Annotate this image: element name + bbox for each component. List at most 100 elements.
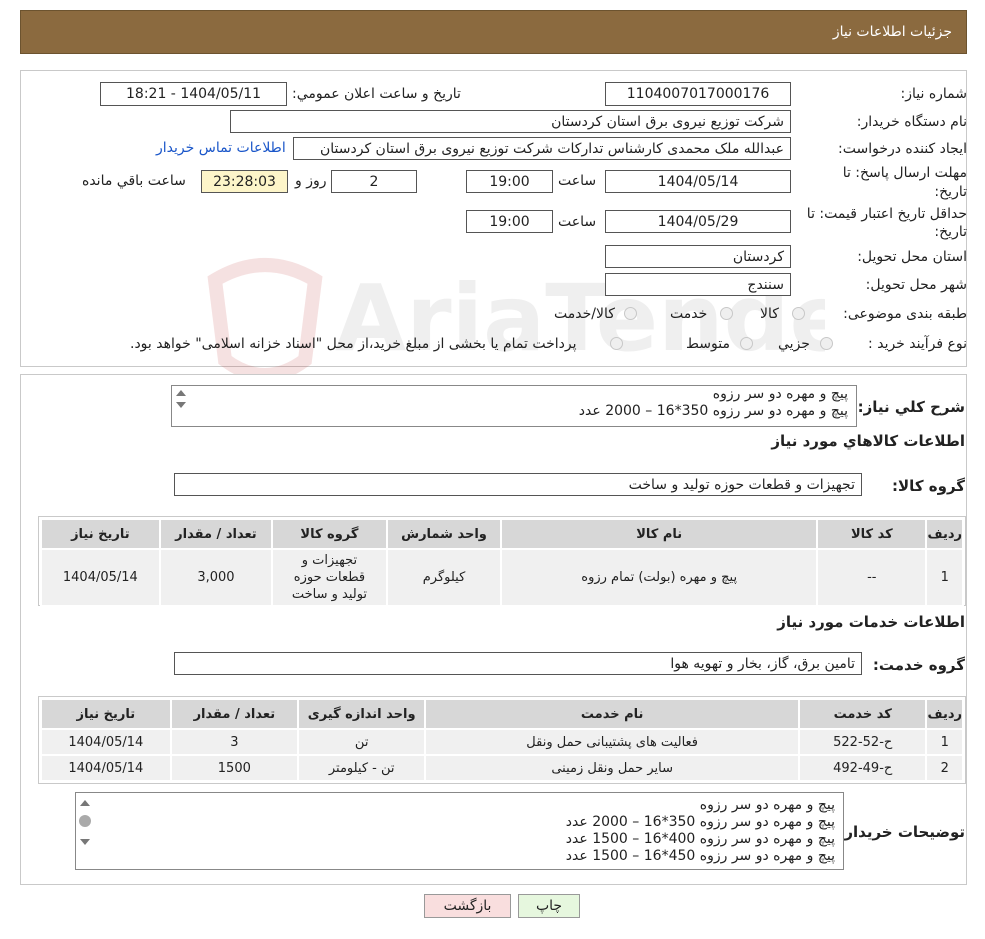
- description-label: شرح کلي نياز:: [857, 398, 965, 416]
- buyer-notes-line: پیچ و مهره دو سر رزوه 450*16 – 1500 عدد: [565, 848, 835, 864]
- process-label: نوع فرآيند خريد :: [868, 336, 967, 352]
- goods-cell-name: پیچ و مهره (بولت) تمام رزوه: [500, 548, 819, 607]
- contact-info-link[interactable]: اطلاعات تماس خريدار: [156, 140, 286, 156]
- services-group-label: گروه خدمت:: [872, 656, 965, 674]
- category-radio-service[interactable]: [720, 307, 733, 320]
- services-cell-name: ساير حمل ونقل زمينی: [424, 754, 800, 782]
- city-field: سنندج: [605, 273, 791, 296]
- buyer-org-field: شرکت توزیع نیروی برق استان کردستان: [230, 110, 791, 133]
- table-row: 2 ح-49-492 ساير حمل ونقل زمينی تن - کيلو…: [40, 754, 964, 782]
- creator-label: ايجاد کننده درخواست:: [838, 141, 967, 157]
- category-radio-goods[interactable]: [792, 307, 805, 320]
- goods-section-title: اطلاعات کالاهاي مورد نياز: [771, 432, 965, 450]
- services-col-name: نام خدمت: [424, 698, 800, 730]
- announce-label: تاريخ و ساعت اعلان عمومي:: [292, 86, 461, 102]
- province-field: کردستان: [605, 245, 791, 268]
- scroll-thumb[interactable]: [79, 815, 91, 827]
- process-radio-treasury[interactable]: [610, 337, 623, 350]
- goods-cell-qty: 3,000: [158, 548, 274, 607]
- goods-group-label: گروه کالا:: [892, 477, 965, 495]
- goods-col-name: نام کالا: [500, 518, 819, 550]
- deadline-time-field: 19:00: [466, 170, 553, 193]
- scroll-up-icon[interactable]: [176, 390, 186, 396]
- goods-col-group: گروه کالا: [271, 518, 388, 550]
- buyer-notes-textarea[interactable]: پیچ و مهره دو سر رزوه پیچ و مهره دو سر ر…: [75, 792, 844, 870]
- scroll-down-icon[interactable]: [176, 402, 186, 408]
- services-cell-date: 1404/05/14: [40, 728, 172, 756]
- deadline-label-2: تاريخ:: [934, 184, 967, 200]
- services-col-code: کد خدمت: [797, 698, 928, 730]
- goods-col-date: تاريخ نياز: [40, 518, 161, 550]
- page-header: جزئیات اطلاعات نیاز: [20, 10, 967, 54]
- category-option-service: خدمت: [670, 306, 708, 322]
- back-button[interactable]: بازگشت: [424, 894, 511, 918]
- services-table: رديف کد خدمت نام خدمت واحد اندازه گيری ت…: [40, 698, 964, 782]
- print-button[interactable]: چاپ: [518, 894, 580, 918]
- services-cell-row: 2: [925, 754, 964, 782]
- validity-label-2: تاريخ:: [934, 224, 967, 240]
- days-field: 2: [331, 170, 417, 193]
- buyer-org-label: نام دستگاه خريدار:: [856, 114, 967, 130]
- deadline-hour-label: ساعت: [558, 173, 597, 189]
- scroll-up-icon[interactable]: [80, 800, 90, 806]
- goods-table: رديف کد کالا نام کالا واحد شمارش گروه کا…: [40, 518, 964, 607]
- description-scrollbar[interactable]: [172, 386, 190, 426]
- goods-cell-row: 1: [925, 548, 964, 607]
- city-label: شهر محل تحويل:: [865, 277, 967, 293]
- scroll-down-icon[interactable]: [80, 839, 90, 845]
- services-col-unit: واحد اندازه گيری: [296, 698, 427, 730]
- validity-date-field: 1404/05/29: [605, 210, 791, 233]
- process-option-medium: متوسط: [686, 336, 730, 352]
- validity-hour-label: ساعت: [558, 214, 597, 230]
- province-label: استان محل تحويل:: [857, 249, 967, 265]
- remaining-label: ساعت باقي مانده: [82, 173, 186, 189]
- creator-field: عبدالله ملک محمدی کارشناس تداركات شرکت ت…: [293, 137, 791, 160]
- table-row: 1 ح-52-522 فعاليت های پشتيبانی حمل ونقل …: [40, 728, 964, 756]
- goods-cell-code: --: [816, 548, 928, 607]
- announce-field: 1404/05/11 - 18:21: [100, 82, 287, 106]
- description-line: پیچ و مهره دو سر رزوه: [712, 386, 848, 402]
- services-cell-qty: 1500: [169, 754, 300, 782]
- goods-cell-date: 1404/05/14: [40, 548, 161, 607]
- goods-col-qty: تعداد / مقدار: [158, 518, 274, 550]
- goods-col-row: رديف: [925, 518, 964, 550]
- process-radio-minor[interactable]: [820, 337, 833, 350]
- services-cell-unit: تن: [296, 728, 427, 756]
- buyer-notes-line: پیچ و مهره دو سر رزوه 350*16 – 2000 عدد: [565, 814, 835, 830]
- services-section-title: اطلاعات خدمات مورد نياز: [777, 613, 965, 631]
- need-number-field: 1104007017000176: [605, 82, 791, 106]
- process-note: پرداخت تمام يا بخشی از مبلغ خريد،از محل …: [130, 336, 577, 352]
- table-row: 1 -- پیچ و مهره (بولت) تمام رزوه کيلوگرم…: [40, 548, 964, 607]
- need-number-label: شماره نیاز:: [900, 86, 968, 102]
- category-option-goods: کالا: [760, 306, 779, 322]
- buyer-notes-line: پیچ و مهره دو سر رزوه: [699, 797, 835, 813]
- buyer-notes-scrollbar[interactable]: [76, 793, 94, 869]
- services-cell-date: 1404/05/14: [40, 754, 172, 782]
- category-label: طبقه بندی موضوعی:: [843, 306, 967, 322]
- remaining-time-field: 23:28:03: [201, 170, 288, 193]
- deadline-date-field: 1404/05/14: [605, 170, 791, 193]
- process-radio-medium[interactable]: [740, 337, 753, 350]
- page-title: جزئیات اطلاعات نیاز: [832, 24, 952, 40]
- buyer-notes-label: توضيحات خريدار:: [838, 823, 965, 841]
- process-option-minor: جزيي: [778, 336, 810, 352]
- goods-group-field: تجهيزات و قطعات حوزه توليد و ساخت: [174, 473, 862, 496]
- services-cell-code: ح-52-522: [797, 728, 928, 756]
- days-label: روز و: [295, 173, 327, 189]
- services-cell-unit: تن - کيلومتر: [296, 754, 427, 782]
- services-cell-row: 1: [925, 728, 964, 756]
- services-col-date: تاريخ نياز: [40, 698, 172, 730]
- buyer-notes-line: پیچ و مهره دو سر رزوه 400*16 – 1500 عدد: [565, 831, 835, 847]
- services-col-qty: تعداد / مقدار: [169, 698, 300, 730]
- category-radio-goods-service[interactable]: [624, 307, 637, 320]
- description-textarea[interactable]: پیچ و مهره دو سر رزوه پیچ و مهره دو سر ر…: [171, 385, 857, 427]
- goods-cell-unit: کيلوگرم: [385, 548, 503, 607]
- services-cell-qty: 3: [169, 728, 300, 756]
- deadline-label: مهلت ارسال پاسخ: تا: [842, 165, 967, 181]
- category-option-goods-service: کالا/خدمت: [554, 306, 615, 322]
- services-group-field: تامين برق، گاز، بخار و تهويه هوا: [174, 652, 862, 675]
- goods-col-code: کد کالا: [816, 518, 928, 550]
- validity-label: حداقل تاريخ اعتبار قيمت: تا: [806, 206, 967, 222]
- services-table-header: رديف کد خدمت نام خدمت واحد اندازه گيری ت…: [40, 698, 964, 730]
- description-line: پیچ و مهره دو سر رزوه 350*16 – 2000 عدد: [578, 403, 848, 419]
